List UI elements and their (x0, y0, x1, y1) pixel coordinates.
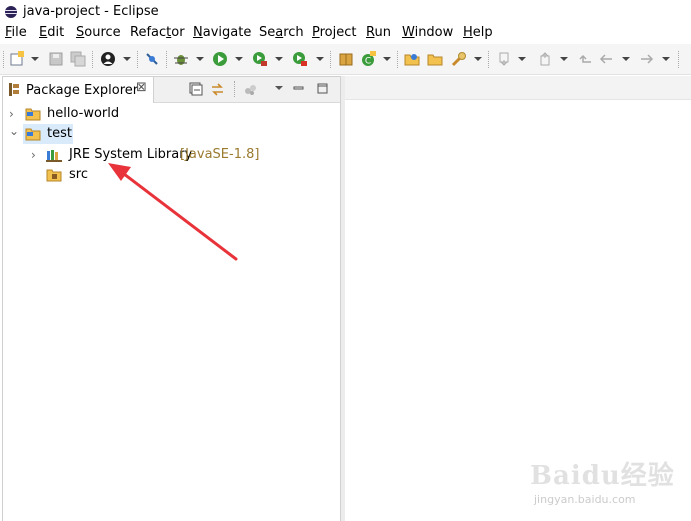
watermark-logo: Baidu经验 (530, 461, 675, 491)
annotation-arrow (108, 163, 238, 261)
watermark-url: jingyan.baidu.com (534, 493, 636, 506)
baidu-watermark: Baidu经验 jingyan.baidu.com (530, 455, 680, 515)
